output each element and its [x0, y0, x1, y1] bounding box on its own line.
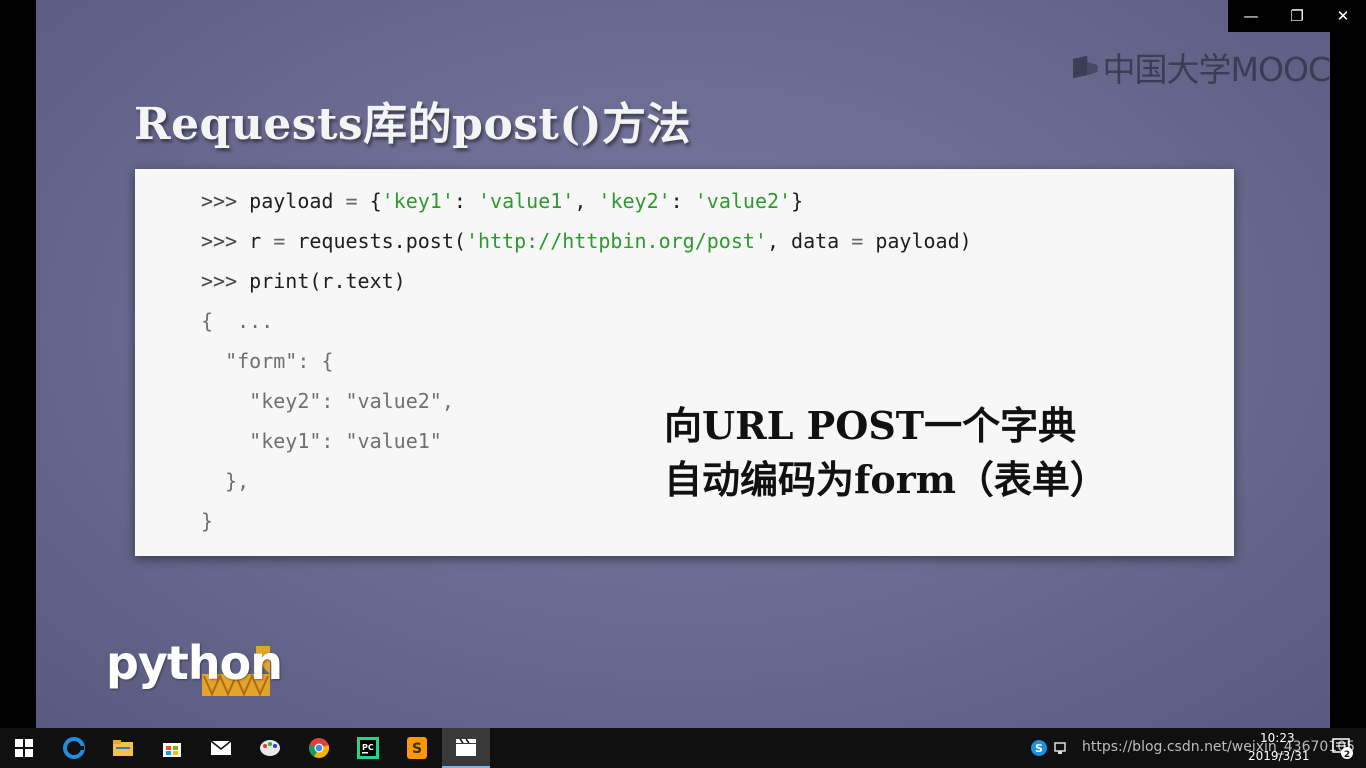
callout-line-1: 向URL POST一个字典	[664, 403, 1077, 448]
sublime-icon: S	[406, 737, 428, 759]
clock-time[interactable]: 10:23	[1260, 731, 1295, 745]
code-output-line: "key2": "value2",	[201, 389, 454, 413]
code-string: 'value2'	[694, 189, 792, 213]
code-token: payload	[249, 189, 346, 213]
restore-button[interactable]: ❐	[1274, 0, 1320, 32]
watermark-url: https://blog.csdn.net/weixin_43670105	[1082, 739, 1356, 755]
edge-button[interactable]	[50, 728, 98, 768]
repl-prompt: >>>	[201, 269, 250, 293]
notification-center-icon[interactable]: 2	[1330, 736, 1354, 760]
code-output-line: },	[201, 469, 250, 493]
pycharm-icon: PC	[357, 737, 379, 759]
code-output-line: "form": {	[201, 349, 334, 373]
mooc-brand-text: 中国大学MOOC	[1102, 50, 1330, 89]
code-output-line: "key1": "value1"	[201, 429, 442, 453]
code-token: ,	[574, 189, 599, 213]
sublime-button[interactable]: S	[393, 728, 441, 768]
code-token: }	[791, 189, 804, 213]
mail-icon	[210, 737, 232, 759]
file-explorer-button[interactable]	[99, 728, 147, 768]
clock-date[interactable]: 2019/3/31	[1248, 749, 1310, 763]
chrome-button[interactable]	[295, 728, 343, 768]
video-player-button[interactable]	[442, 728, 490, 768]
minimize-button[interactable]: —	[1228, 0, 1274, 32]
slide-title: Requests库的post()方法	[134, 99, 692, 150]
paint-icon	[259, 737, 281, 759]
code-token: =	[345, 189, 358, 213]
code-input-line: >>> r = requests.post('http://httpbin.or…	[201, 229, 972, 253]
code-string: 'key1'	[381, 189, 454, 213]
code-output-line: }	[201, 509, 214, 533]
notification-count: 2	[1344, 750, 1350, 760]
skype-icon[interactable]: S	[1030, 739, 1048, 757]
code-token: =	[273, 229, 286, 253]
repl-prompt: >>>	[201, 229, 250, 253]
code-string: 'key2'	[598, 189, 671, 213]
callout-line-2: 自动编码为form（表单）	[664, 457, 1108, 502]
store-icon	[161, 737, 183, 759]
clapperboard-icon	[455, 736, 477, 758]
start-button[interactable]	[0, 728, 48, 768]
python-logo-text: python	[106, 636, 283, 690]
code-string: 'value1'	[477, 189, 575, 213]
svg-text:PC: PC	[362, 743, 374, 752]
paint-button[interactable]	[246, 728, 294, 768]
code-input-line: >>> print(r.text)	[201, 269, 406, 293]
repl-prompt: >>>	[201, 189, 250, 213]
mail-button[interactable]	[197, 728, 245, 768]
code-token: :	[453, 189, 478, 213]
close-button[interactable]: ✕	[1320, 0, 1366, 32]
slide: Requests库的post()方法 中国大学MOOC >>> payload …	[36, 0, 1330, 728]
code-token: {	[357, 189, 382, 213]
mooc-mark-icon	[1073, 55, 1098, 79]
pycharm-button[interactable]: PC	[344, 728, 392, 768]
python-logo: python	[106, 634, 283, 700]
system-tray: S https://blog.csdn.net/weixin_43670105 …	[1028, 728, 1366, 768]
windows-icon	[13, 737, 35, 759]
code-string: 'http://httpbin.org/post'	[465, 229, 767, 253]
code-token: requests.post(	[285, 229, 466, 253]
chrome-icon	[308, 737, 330, 759]
code-input-line: >>> payload = {'key1': 'value1', 'key2':…	[201, 189, 803, 213]
svg-text:S: S	[1035, 742, 1043, 755]
code-token: r	[249, 229, 274, 253]
code-token: print(r.text)	[249, 269, 406, 293]
svg-text:S: S	[412, 741, 422, 757]
edge-icon	[63, 737, 85, 759]
code-card: >>> payload = {'key1': 'value1', 'key2':…	[135, 169, 1234, 556]
code-token: payload)	[863, 229, 972, 253]
code-token: =	[851, 229, 864, 253]
window-controls: — ❐ ✕	[1228, 0, 1366, 32]
folder-icon	[112, 737, 134, 759]
callout: 向URL POST一个字典 自动编码为form（表单）	[664, 399, 1108, 507]
network-icon[interactable]	[1054, 741, 1068, 755]
code-token: :	[670, 189, 695, 213]
mooc-logo: 中国大学MOOC	[1072, 44, 1330, 90]
store-button[interactable]	[148, 728, 196, 768]
code-token: , data	[766, 229, 852, 253]
code-output-line: { ...	[201, 309, 274, 333]
taskbar: PC S S https://blog.csdn.net/weixin_43670…	[0, 728, 1366, 768]
